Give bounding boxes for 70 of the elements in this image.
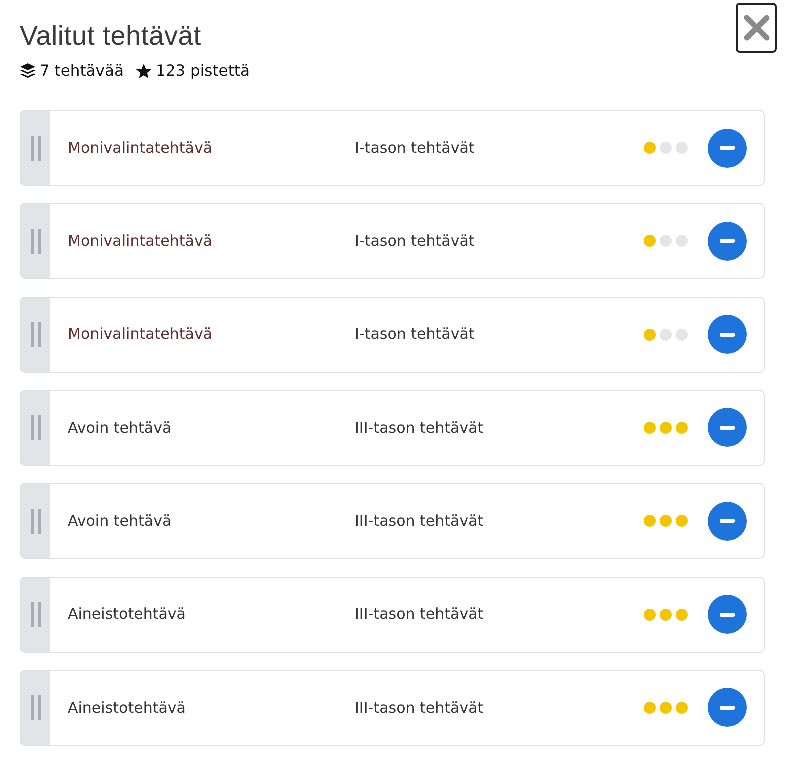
grip-icon	[30, 508, 40, 534]
difficulty-dot-icon	[660, 142, 672, 154]
task-category: III-tason tehtävät	[355, 698, 485, 719]
difficulty-dot-icon	[660, 235, 672, 248]
difficulty-dot-icon	[644, 235, 656, 248]
grip-icon	[30, 228, 40, 254]
grip-icon	[30, 695, 40, 720]
remove-button[interactable]	[708, 128, 747, 168]
task-name: Avoin tehtävä	[68, 418, 173, 439]
difficulty-dot-icon	[660, 328, 672, 341]
difficulty-dot-icon	[644, 142, 656, 154]
grip-icon	[30, 415, 40, 440]
remove-button[interactable]	[708, 315, 747, 354]
grip-icon	[30, 322, 40, 348]
difficulty-dot-icon	[644, 608, 656, 621]
drag-handle[interactable]	[21, 111, 50, 185]
task-category: III-tason tehtävät	[355, 418, 485, 439]
task-name: Aineistotehtävä	[68, 698, 187, 719]
task-category: I-tason tehtävät	[355, 231, 476, 252]
difficulty-dot-icon	[644, 515, 656, 528]
minus-icon	[720, 612, 735, 617]
remove-button[interactable]	[708, 408, 747, 448]
minus-icon	[720, 519, 735, 524]
drag-handle[interactable]	[21, 670, 50, 745]
difficulty-dot-icon	[644, 328, 656, 341]
task-name: Avoin tehtävä	[68, 511, 173, 532]
difficulty-dot-icon	[660, 515, 672, 528]
difficulty-dot-icon	[676, 702, 688, 714]
difficulty-dot-icon	[676, 235, 688, 248]
remove-button[interactable]	[708, 688, 747, 728]
remove-button[interactable]	[708, 502, 747, 541]
minus-icon	[720, 706, 735, 710]
task-name: Monivalintatehtävä	[68, 231, 214, 252]
difficulty-dot-icon	[644, 422, 656, 434]
remove-button[interactable]	[708, 222, 747, 261]
drag-handle[interactable]	[21, 298, 50, 372]
minus-icon	[720, 239, 735, 244]
difficulty-dot-icon	[660, 702, 672, 714]
minus-icon	[720, 332, 735, 337]
task-name: Aineistotehtävä	[68, 604, 187, 626]
difficulty-dot-icon	[676, 422, 688, 434]
close-icon	[744, 15, 770, 41]
task-name: Monivalintatehtävä	[68, 324, 214, 346]
remove-button[interactable]	[708, 595, 747, 634]
task-category: III-tason tehtävät	[355, 511, 485, 532]
drag-handle[interactable]	[21, 484, 50, 558]
minus-icon	[720, 426, 735, 430]
difficulty-dot-icon	[676, 515, 688, 528]
layers-icon	[20, 63, 36, 79]
drag-handle[interactable]	[21, 390, 50, 465]
difficulty-dot-icon	[644, 702, 656, 714]
difficulty-dot-icon	[660, 608, 672, 621]
difficulty-dot-icon	[676, 608, 688, 621]
points-total: 123 pistettä	[156, 61, 250, 82]
star-icon	[136, 64, 152, 78]
grip-icon	[30, 136, 40, 160]
difficulty-dot-icon	[660, 422, 672, 434]
task-category: I-tason tehtävät	[355, 138, 476, 159]
task-category: I-tason tehtävät	[355, 324, 476, 346]
dialog-title: Valitut tehtävät	[20, 20, 202, 52]
task-count: 7 tehtävää	[40, 61, 124, 82]
task-name: Monivalintatehtävä	[68, 138, 214, 159]
difficulty-dot-icon	[676, 328, 688, 341]
drag-handle[interactable]	[21, 578, 50, 652]
grip-icon	[30, 602, 40, 628]
difficulty-dot-icon	[676, 142, 688, 154]
close-button[interactable]	[736, 3, 777, 53]
task-category: III-tason tehtävät	[355, 604, 485, 626]
minus-icon	[720, 146, 735, 150]
drag-handle[interactable]	[21, 204, 50, 278]
